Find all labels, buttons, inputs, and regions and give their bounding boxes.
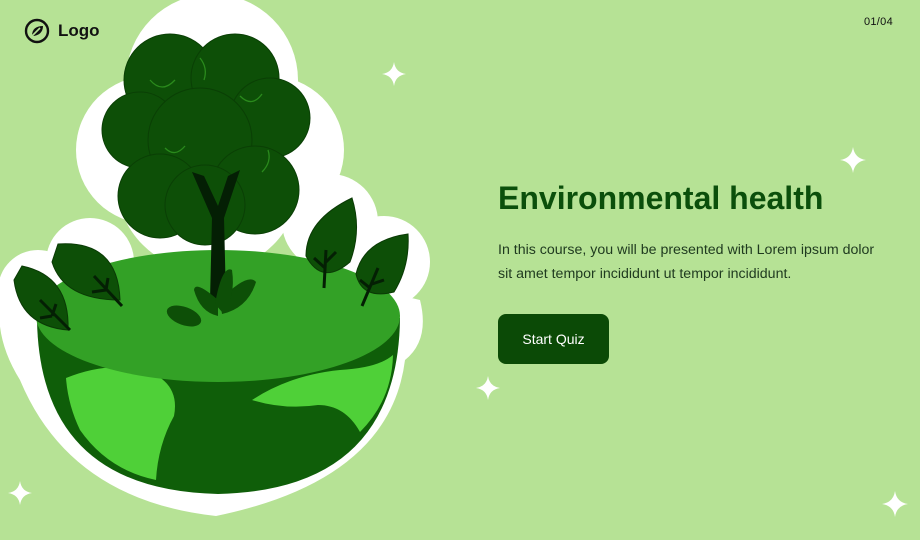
- page-title: Environmental health: [498, 180, 824, 216]
- start-quiz-button[interactable]: Start Quiz: [498, 314, 609, 364]
- sparkle-icon: [476, 376, 500, 400]
- course-description: In this course, you will be presented wi…: [498, 242, 875, 282]
- sparkle-icon: [382, 62, 406, 86]
- tree-on-globe-illustration: [0, 0, 430, 516]
- sparkle-icon: [882, 491, 908, 517]
- sparkle-icon: [840, 147, 866, 173]
- page-counter: 01/04: [863, 16, 893, 28]
- sparkle-icon: [8, 481, 32, 505]
